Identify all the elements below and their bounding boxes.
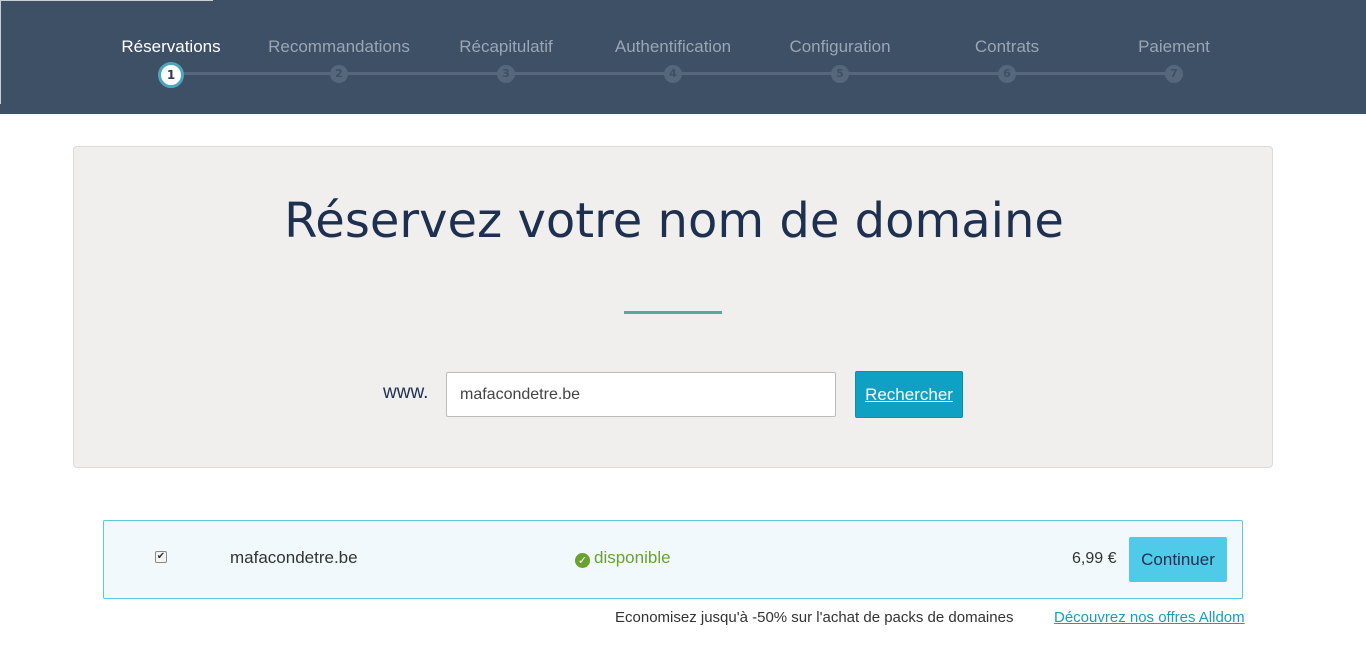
domain-search-input[interactable] xyxy=(446,372,836,417)
step-dot-5[interactable]: 5 xyxy=(831,65,849,83)
step-label-recapitulatif[interactable]: Récapitulatif xyxy=(459,37,553,57)
step-dot-1[interactable]: 1 xyxy=(158,62,184,88)
domain-select-checkbox[interactable]: ✔ xyxy=(155,551,167,563)
page-title: Réservez votre nom de domaine xyxy=(284,193,1064,249)
step-label-authentification[interactable]: Authentification xyxy=(615,37,731,57)
continue-button[interactable]: Continuer xyxy=(1129,537,1227,582)
alldom-offers-link[interactable]: Découvrez nos offres Alldom xyxy=(1054,609,1245,626)
step-dot-7[interactable]: 7 xyxy=(1165,65,1183,83)
domain-price: 6,99 € xyxy=(1072,550,1117,567)
progress-header: Réservations Recommandations Récapitulat… xyxy=(0,0,1366,114)
search-button[interactable]: Rechercher xyxy=(855,371,963,418)
check-circle-icon: ✓ xyxy=(575,553,590,568)
step-label-configuration[interactable]: Configuration xyxy=(789,37,890,57)
step-dot-2[interactable]: 2 xyxy=(330,65,348,83)
availability-status-text: disponible xyxy=(594,548,671,567)
result-domain-name: mafacondetre.be xyxy=(230,548,358,567)
promo-text: Economisez jusqu'à -50% sur l'achat de p… xyxy=(615,609,1014,626)
step-label-recommandations[interactable]: Recommandations xyxy=(268,37,410,57)
title-divider xyxy=(624,311,722,314)
domain-result-row: ✔ mafacondetre.be ✓ disponible 6,99 € Con… xyxy=(103,520,1243,599)
step-dot-4[interactable]: 4 xyxy=(664,65,682,83)
stepper: Réservations Recommandations Récapitulat… xyxy=(0,0,1366,114)
step-label-reservations[interactable]: Réservations xyxy=(121,37,220,57)
step-label-paiement[interactable]: Paiement xyxy=(1138,37,1210,57)
step-dot-6[interactable]: 6 xyxy=(998,65,1016,83)
step-label-contrats[interactable]: Contrats xyxy=(975,37,1039,57)
step-dot-3[interactable]: 3 xyxy=(497,65,515,83)
www-prefix-label: www. xyxy=(383,382,429,403)
domain-search-panel: Réservez votre nom de domaine www. Reche… xyxy=(73,146,1273,468)
availability-status: ✓ disponible xyxy=(575,548,671,568)
